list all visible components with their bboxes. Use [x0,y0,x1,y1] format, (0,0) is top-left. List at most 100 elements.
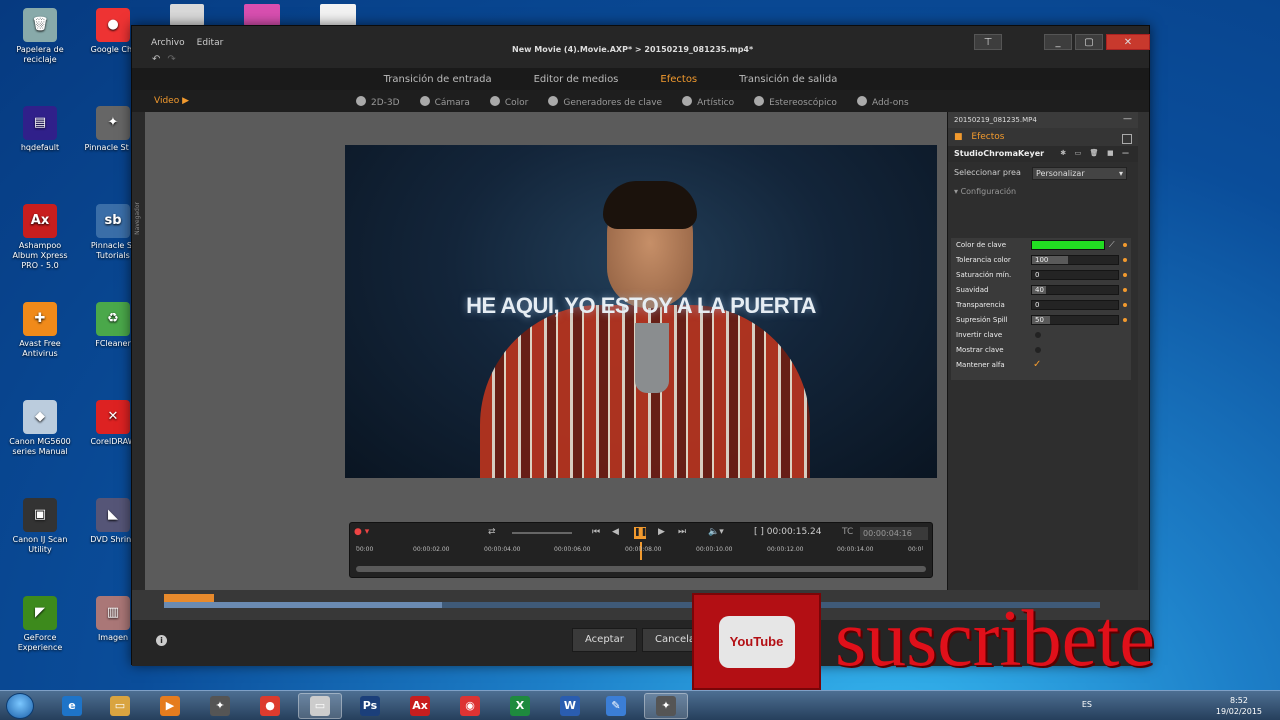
step-forward-icon[interactable]: ▶ [658,527,665,537]
taskbar-app-button[interactable]: W [548,693,592,719]
pause-button[interactable]: ❚❚ [634,527,647,539]
menu-archivo[interactable]: Archivo [151,38,185,48]
taskbar-app-button[interactable]: e [50,693,94,719]
scrub-bar[interactable] [356,566,926,572]
ruler-tick [498,546,499,550]
effect-actions-icons[interactable]: ✱ ▭ 🗑 ■ — [1060,149,1132,157]
taskbar-app-button[interactable]: ✦ [644,693,688,719]
category-bullet-icon [754,96,765,106]
taskbar-app-icon: Ax [410,696,430,716]
minimize-button[interactable]: _ [1044,34,1072,50]
param-slider[interactable]: 0 [1031,300,1119,310]
desktop-icon[interactable]: ▣ Canon IJ Scan Utility [5,498,75,555]
preset-select[interactable]: Personalizar ▾ [1032,167,1127,180]
keyframe-dot-icon[interactable] [1123,288,1127,292]
tab-transicion-salida[interactable]: Transición de salida [739,74,837,85]
category-item[interactable]: 2D-3D [356,96,400,108]
taskbar-app-button[interactable]: ▭ [98,693,142,719]
taskbar-app-button[interactable]: ✦ [198,693,242,719]
category-bullet-icon [856,96,867,106]
desktop-icon[interactable]: ✚ Avast Free Antivirus [5,302,75,359]
keyframe-dot-icon[interactable] [1123,273,1127,277]
navigator-label: Navegador [134,202,141,235]
start-button[interactable] [6,693,34,719]
desktop-icon[interactable]: ◆ Canon MG5600 series Manual [5,400,75,457]
param-slider[interactable]: 50 [1031,315,1119,325]
category-item[interactable]: Artístico [682,96,734,108]
eyedropper-icon[interactable]: ⟋ [1109,240,1115,250]
taskbar-app-button[interactable]: ▭ [298,693,342,719]
category-bullet-icon [356,96,366,106]
taskbar-app-icon: ▭ [310,696,330,716]
collapse-icon[interactable]: — [1123,114,1132,124]
param-slider[interactable]: 40 [1031,285,1119,295]
category-item[interactable]: Generadores de clave [548,96,662,108]
desktop-app-icon: ▤ [23,106,57,140]
taskbar-app-icon: Ps [360,696,380,716]
category-item[interactable]: Color [489,96,528,108]
keyframe-dot-icon[interactable] [1123,258,1127,262]
config-section[interactable]: ▾ Configuración [954,187,1138,196]
info-icon[interactable]: i [156,635,167,646]
ruler-label: 00:00 [356,546,374,553]
param-label: Suavidad [956,286,989,294]
param-slider[interactable]: 100 [1031,255,1119,265]
panel-header: 20150219_081235.MP4 — [948,112,1138,128]
tab-efectos[interactable]: Efectos [660,74,697,85]
taskbar-app-button[interactable]: ◉ [448,693,492,719]
maximize-button[interactable]: ▢ [1075,34,1103,50]
param-slider[interactable]: 0 [1031,270,1119,280]
background-window-peek [244,4,280,26]
taskbar-app-button[interactable]: ▶ [148,693,192,719]
category-item[interactable]: Estereoscópico [754,96,837,108]
desktop-icon[interactable]: ▤ hqdefault [5,106,75,153]
loop-icon[interactable]: ⇄ [488,527,496,537]
keyframe-dot-icon[interactable] [1123,243,1127,247]
marker-icon[interactable]: ● ▾ [354,527,369,537]
accept-button[interactable]: Aceptar [572,628,637,652]
go-end-icon[interactable]: ⏭ [678,527,686,537]
key-color-swatch[interactable] [1031,240,1105,250]
param-checkbox[interactable] [1035,347,1041,353]
volume-icon[interactable]: 🔈▾ [708,527,724,537]
param-checkbox[interactable] [1035,332,1041,338]
param-label: Saturación mín. [956,271,1012,279]
save-preset-icon[interactable] [1122,134,1132,144]
tab-editor-medios[interactable]: Editor de medios [534,74,619,85]
shuttle-slider[interactable] [512,532,572,534]
taskbar-app-button[interactable]: ✎ [594,693,638,719]
menu-editar[interactable]: Editar [197,38,224,48]
video-category-label[interactable]: Video ▶ [154,96,189,106]
desktop-icon[interactable]: Ax Ashampoo Album Xpress PRO - 5.0 [5,204,75,271]
desktop-icon-label: Canon IJ Scan Utility [12,535,68,554]
param-row: Supresión Spill 50 [951,313,1131,328]
tab-transicion-entrada[interactable]: Transición de entrada [384,74,492,85]
redo-icon[interactable]: ↷ [167,54,175,65]
category-item[interactable]: Cámara [419,96,470,108]
close-button[interactable]: ✕ [1106,34,1150,50]
category-item[interactable]: Add-ons [856,96,909,108]
tc-field[interactable]: 00:00:04:16 [860,527,928,540]
desktop-icon[interactable]: ◤ GeForce Experience [5,596,75,653]
clock[interactable]: 8:52 19/02/2015 [1216,695,1262,717]
desktop-icon[interactable]: 🗑 Papelera de reciclaje [5,8,75,65]
taskbar-app-button[interactable]: X [498,693,542,719]
taskbar-app-icon: ✎ [606,696,626,716]
language-indicator[interactable]: ES [1082,700,1092,709]
undo-icon[interactable]: ↶ [152,54,160,65]
taskbar-app-button[interactable]: Ax [398,693,442,719]
taskbar-app-icon: ● [260,696,280,716]
pin-icon[interactable]: ⊤ [974,34,1002,50]
checkmark-icon[interactable]: ✓ [1033,359,1041,370]
taskbar-app-button[interactable]: Ps [348,693,392,719]
navigator-strip[interactable]: Navegador [132,112,145,590]
taskbar-app-button[interactable]: ● [248,693,292,719]
go-start-icon[interactable]: ⏮ [592,527,600,537]
step-back-icon[interactable]: ◀ [612,527,619,537]
slider-value: 100 [1035,256,1049,264]
keyframe-dot-icon[interactable] [1123,303,1127,307]
timeline-ruler[interactable]: 00:00 00:00:02.00 00:00:04.00 00:00:06.00 00… [356,542,926,562]
preset-row: Seleccionar prea Personalizar ▾ [954,167,1138,182]
background-window-peek [320,4,356,26]
keyframe-dot-icon[interactable] [1123,318,1127,322]
